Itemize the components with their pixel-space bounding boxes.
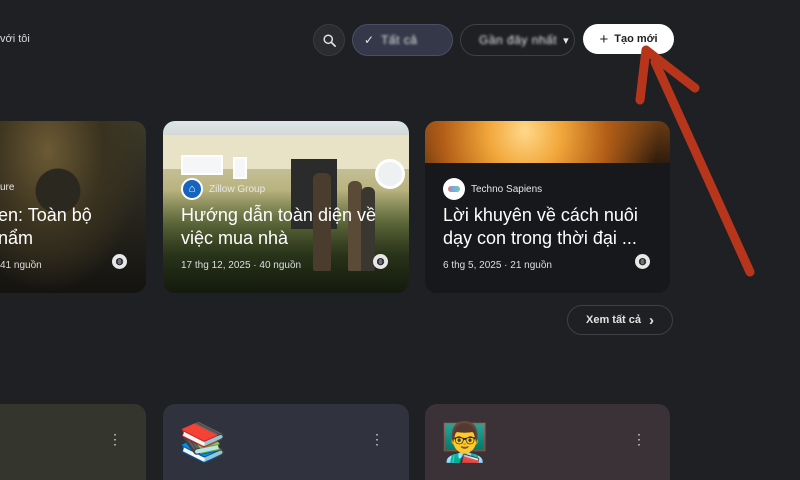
more-options-icon[interactable]: ⋮ xyxy=(108,432,122,446)
card-source-name: ure xyxy=(0,182,15,193)
see-all-button[interactable]: Xem tất cả › xyxy=(567,305,673,335)
header-partial-text: với tôi xyxy=(0,33,30,45)
card-title-line: Hướng dẫn toàn diện về xyxy=(181,205,376,225)
globe-icon: ◍ xyxy=(112,254,127,269)
check-icon: ✓ xyxy=(364,33,375,47)
house-window xyxy=(233,157,247,179)
card-title-line: Lời khuyên về cách nuôi xyxy=(443,205,638,225)
globe-icon: ◍ xyxy=(635,254,650,269)
sort-dropdown-label: Gần đây nhất xyxy=(479,33,558,47)
card-meta: 17 thg 12, 2025 · 40 nguồn xyxy=(181,260,302,271)
chevron-right-icon: › xyxy=(649,311,655,329)
search-icon xyxy=(322,33,336,47)
card-source: ⌂ Zillow Group xyxy=(181,178,265,200)
card-title-line: nẩm xyxy=(0,228,34,248)
card-title-line: dạy con trong thời đại ... xyxy=(443,228,637,248)
house-round-window xyxy=(375,159,405,189)
notebook-card[interactable]: 👨‍🏫 ⋮ xyxy=(425,404,670,480)
featured-notebook-card[interactable]: Techno Sapiens Lời khuyên về cách nuôi d… xyxy=(425,121,670,293)
more-options-icon[interactable]: ⋮ xyxy=(370,432,384,446)
techno-sapiens-logo-icon xyxy=(443,178,465,200)
create-new-button[interactable]: + Tạo mới xyxy=(583,24,674,54)
more-options-icon[interactable]: ⋮ xyxy=(632,432,646,446)
notebook-card[interactable]: 📚 ⋮ xyxy=(163,404,409,480)
plus-icon: + xyxy=(599,30,609,48)
sort-dropdown[interactable]: Gần đây nhất ▾ xyxy=(460,24,575,56)
view-filter-label: Tất cả xyxy=(381,33,418,47)
view-filter-pill[interactable]: ✓ Tất cả xyxy=(352,24,453,56)
card-source: ure xyxy=(0,182,14,193)
card-source: Techno Sapiens xyxy=(443,178,542,200)
card-source-name: Techno Sapiens xyxy=(471,183,543,195)
card-title: en: Toàn bộ nẩm xyxy=(0,204,92,250)
card-title: Hướng dẫn toàn diện về việc mua nhà xyxy=(181,204,376,250)
card-title-line: việc mua nhà xyxy=(181,228,289,248)
card-source-name: Zillow Group xyxy=(209,183,266,195)
card-meta: 6 thg 5, 2025 · 21 nguồn xyxy=(443,260,552,271)
teacher-emoji-icon: 👨‍🏫 xyxy=(441,422,489,464)
globe-icon: ◍ xyxy=(373,254,388,269)
card-title: Lời khuyên về cách nuôi dạy con trong th… xyxy=(443,204,638,250)
chevron-down-icon: ▾ xyxy=(563,34,569,47)
search-button[interactable] xyxy=(313,24,345,56)
books-emoji-icon: 📚 xyxy=(179,422,227,464)
featured-notebook-card[interactable]: ure en: Toàn bộ nẩm 41 nguồn ◍ xyxy=(0,121,146,293)
see-all-label: Xem tất cả xyxy=(585,314,642,326)
create-new-label: Tạo mới xyxy=(614,33,658,45)
notebook-card[interactable] xyxy=(0,404,146,480)
featured-notebook-card[interactable]: ⌂ Zillow Group Hướng dẫn toàn diện về vi… xyxy=(163,121,409,293)
house-window xyxy=(181,155,223,175)
card-title-line: en: Toàn bộ xyxy=(0,205,92,225)
card-meta: 41 nguồn xyxy=(0,260,42,271)
zillow-logo-icon: ⌂ xyxy=(181,178,203,200)
